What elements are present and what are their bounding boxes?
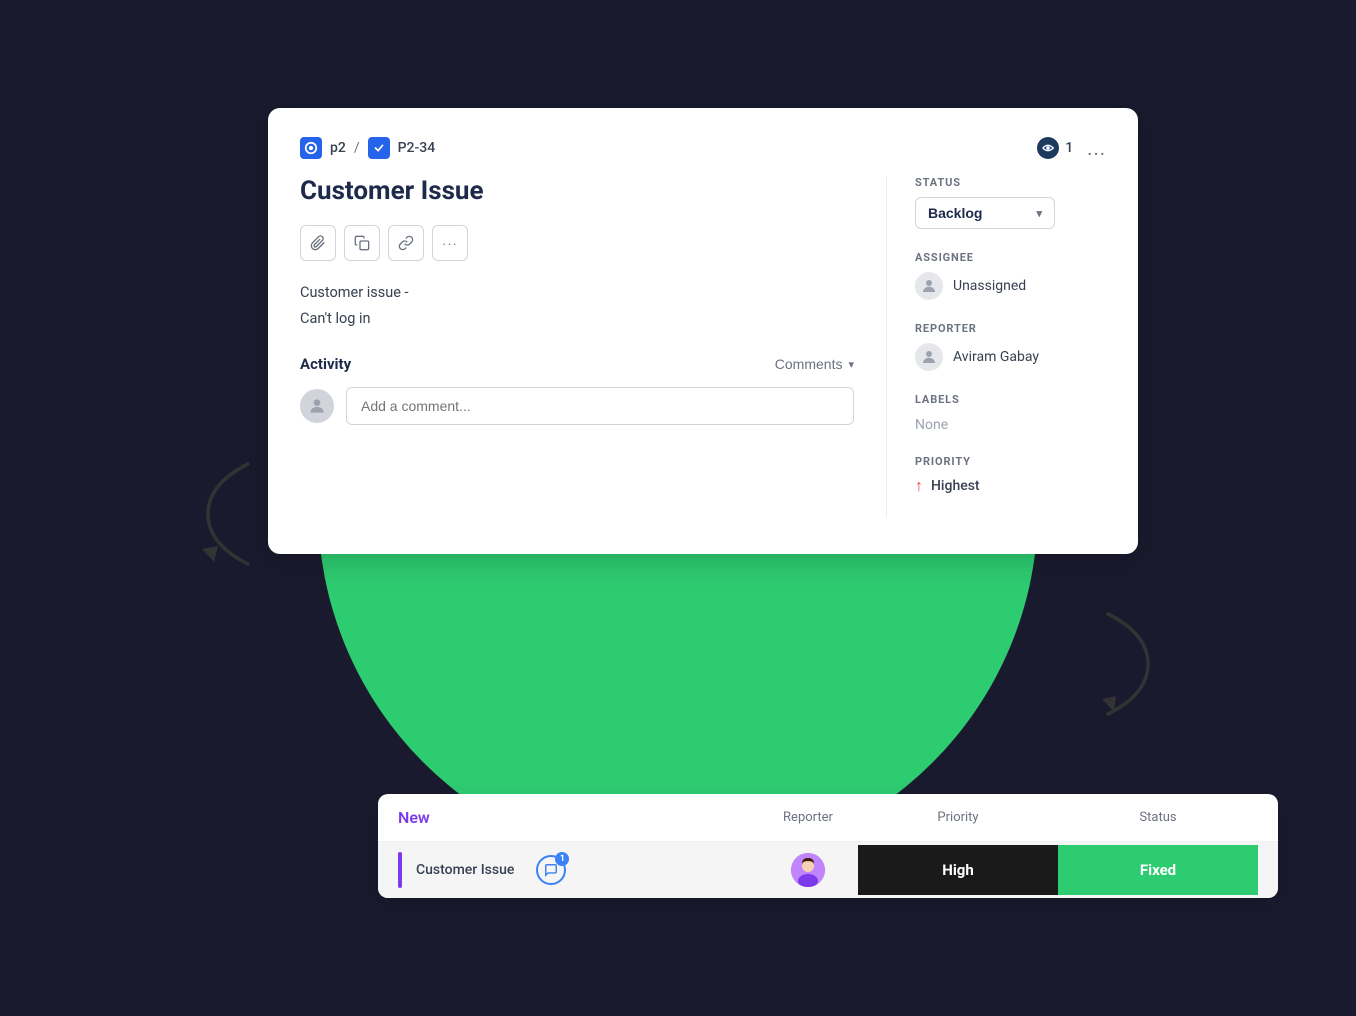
more-actions-button[interactable]: ···: [432, 225, 468, 261]
priority-text: High: [942, 861, 974, 879]
comment-count: 1: [555, 852, 569, 866]
assignee-name: Unassigned: [953, 278, 1026, 294]
comments-chevron-icon: ▾: [848, 358, 854, 371]
card-left: Customer Issue ··· Customer issue: [300, 176, 886, 518]
row-comment-badge[interactable]: 1: [536, 855, 566, 885]
activity-header: Activity Comments ▾: [300, 355, 854, 373]
issue-card: p2 / P2-34 1 ... Customer Issue: [268, 108, 1138, 554]
reporter-avatar-cell: [758, 853, 858, 887]
priority-arrow-icon: ↑: [915, 476, 923, 496]
assignee-avatar: [915, 272, 943, 300]
copy-icon: [354, 235, 370, 251]
status-field: STATUS Backlog ▾: [915, 176, 1106, 229]
description-line1: Customer issue -: [300, 281, 854, 304]
watch-badge[interactable]: 1: [1037, 137, 1073, 159]
assignee-row[interactable]: Unassigned: [915, 272, 1106, 300]
table-row[interactable]: Customer Issue 1: [378, 842, 1278, 898]
reporter-field: REPORTER Aviram Gabay: [915, 322, 1106, 371]
comment-input[interactable]: [346, 387, 854, 425]
table-header: New Reporter Priority Status: [378, 794, 1278, 842]
status-value: Backlog: [928, 205, 982, 221]
watch-count: 1: [1065, 140, 1073, 156]
copy-button[interactable]: [344, 225, 380, 261]
assignee-field: ASSIGNEE Unassigned: [915, 251, 1106, 300]
reporter-label: REPORTER: [915, 322, 1106, 335]
labels-field: LABELS None: [915, 393, 1106, 433]
status-cell[interactable]: Fixed: [1058, 845, 1258, 895]
breadcrumb-actions: 1 ...: [1037, 136, 1106, 160]
priority-row[interactable]: ↑ Highest: [915, 476, 1106, 496]
row-left: Customer Issue 1: [398, 852, 758, 888]
project-logo-icon: [304, 141, 318, 155]
chevron-down-icon: ▾: [1036, 207, 1042, 220]
comments-filter-button[interactable]: Comments ▾: [775, 356, 854, 372]
description-line2: Can't log in: [300, 310, 854, 327]
assignee-user-icon: [920, 277, 938, 295]
checkmark-icon: [372, 141, 386, 155]
chat-icon: [544, 863, 558, 877]
reporter-name: Aviram Gabay: [953, 349, 1039, 365]
issue-title: Customer Issue: [300, 176, 854, 207]
user-icon: [307, 396, 327, 416]
reporter-avatar-icon: [791, 853, 825, 887]
background-scene: p2 / P2-34 1 ... Customer Issue: [178, 58, 1178, 958]
priority-label: PRIORITY: [915, 455, 1106, 468]
breadcrumb-separator: /: [354, 140, 360, 156]
commenter-avatar: [300, 389, 334, 423]
table-col-priority: Priority: [858, 810, 1058, 825]
priority-cell[interactable]: High: [858, 845, 1058, 895]
reporter-avatar: [915, 343, 943, 371]
status-text: Fixed: [1140, 861, 1176, 879]
breadcrumb: p2 / P2-34 1 ...: [300, 136, 1106, 160]
project-icon: [300, 137, 322, 159]
priority-value: Highest: [931, 478, 980, 494]
breadcrumb-project: p2: [330, 140, 346, 156]
attach-button[interactable]: [300, 225, 336, 261]
assignee-label: ASSIGNEE: [915, 251, 1106, 264]
priority-field: PRIORITY ↑ Highest: [915, 455, 1106, 496]
status-dropdown[interactable]: Backlog ▾: [915, 197, 1055, 229]
breadcrumb-issue-id: P2-34: [398, 140, 436, 156]
status-label: STATUS: [915, 176, 1106, 189]
reporter-row[interactable]: Aviram Gabay: [915, 343, 1106, 371]
attach-icon: [310, 235, 326, 251]
table-card: New Reporter Priority Status Customer Is…: [378, 794, 1278, 898]
row-color-bar: [398, 852, 402, 888]
table-col-reporter: Reporter: [758, 810, 858, 825]
link-button[interactable]: [388, 225, 424, 261]
comment-bubble-icon: 1: [536, 855, 566, 885]
more-options-icon[interactable]: ...: [1087, 136, 1106, 160]
toolbar: ···: [300, 225, 854, 261]
reporter-photo: [791, 853, 825, 887]
card-right-sidebar: STATUS Backlog ▾ ASSIGNEE Unassigned: [886, 176, 1106, 518]
eye-icon: [1041, 141, 1055, 155]
reporter-user-icon: [920, 348, 938, 366]
labels-value[interactable]: None: [915, 417, 948, 433]
comment-area: [300, 387, 854, 425]
right-bottom-arrow-icon: [1088, 604, 1168, 724]
more-dots-icon: ···: [442, 236, 458, 251]
activity-label: Activity: [300, 355, 351, 373]
issue-icon: [368, 137, 390, 159]
card-body: Customer Issue ··· Customer issue: [300, 176, 1106, 518]
row-issue-name: Customer Issue: [416, 862, 514, 878]
watch-eye-icon: [1037, 137, 1059, 159]
table-section-label: New: [398, 808, 758, 827]
comments-label: Comments: [775, 356, 843, 372]
link-icon: [398, 235, 414, 251]
labels-label: LABELS: [915, 393, 1106, 406]
left-arrow-icon: [188, 454, 268, 574]
table-col-status: Status: [1058, 810, 1258, 825]
